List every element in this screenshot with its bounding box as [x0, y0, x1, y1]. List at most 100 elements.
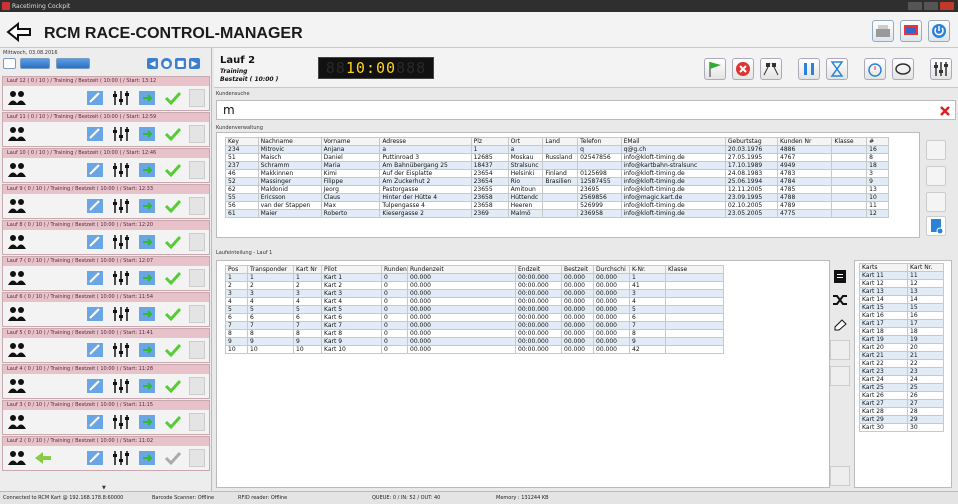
column-header[interactable]: K-Nr.: [629, 265, 666, 274]
checkmark-icon[interactable]: [163, 449, 183, 467]
column-header[interactable]: EMail: [620, 137, 726, 146]
checkmark-icon[interactable]: [163, 197, 183, 215]
race-item[interactable]: Lauf 10 ( 0 / 10 ) / Training / Bestzeit…: [2, 148, 210, 183]
edit-list-icon[interactable]: [85, 449, 105, 467]
customer-search-input[interactable]: m: [216, 100, 956, 120]
start-flag-button[interactable]: [704, 58, 726, 80]
forward-doc-icon[interactable]: [137, 161, 157, 179]
column-header[interactable]: Karts: [859, 263, 908, 272]
customer-row[interactable]: 234 Mitrovic Anjana a 1 a q q@g.ch 20.03.1976 488…: [225, 145, 889, 154]
group-icon[interactable]: [7, 125, 27, 143]
checkmark-icon[interactable]: [163, 305, 183, 323]
edit-list-icon[interactable]: [85, 233, 105, 251]
column-header[interactable]: Runden: [381, 265, 408, 274]
column-header[interactable]: Geburtstag: [724, 137, 779, 146]
heat-row[interactable]: 10 10 10 Kart 10 0 00.000 00:00.000 00.000 00.00…: [225, 345, 724, 354]
edit-list-icon[interactable]: [85, 269, 105, 287]
column-header[interactable]: Transponder: [247, 265, 294, 274]
shuffle-button[interactable]: [830, 290, 850, 310]
race-item[interactable]: Lauf 7 ( 0 / 10 ) / Training / Bestzeit …: [2, 256, 210, 291]
sliders-icon[interactable]: [111, 89, 131, 107]
race-item[interactable]: Lauf 3 ( 0 / 10 ) / Training / Bestzeit …: [2, 400, 210, 435]
stopwatch-button[interactable]: [864, 58, 886, 80]
edit-list-icon[interactable]: [85, 197, 105, 215]
kart-row[interactable]: Kart 20 20: [859, 343, 944, 352]
forward-doc-icon[interactable]: [137, 269, 157, 287]
race-item[interactable]: Lauf 9 ( 0 / 10 ) / Training / Bestzeit …: [2, 184, 210, 219]
disabled-button[interactable]: [189, 269, 205, 287]
column-header[interactable]: Nachname: [257, 137, 322, 146]
race-item[interactable]: Lauf 12 ( 0 / 10 ) / Training / Bestzeit…: [2, 76, 210, 111]
customer-row[interactable]: 46 Makkinnen Kimi Auf der Eisplatte 23654 Hel…: [225, 169, 889, 178]
column-header[interactable]: Pos: [225, 265, 248, 274]
customer-row[interactable]: 51 Maisch Daniel Puttinroad 3 12685 Moskau Rus…: [225, 153, 889, 162]
kart-row[interactable]: Kart 13 13: [859, 287, 944, 296]
column-header[interactable]: Kart Nr.: [907, 263, 944, 272]
back-arrow-icon[interactable]: [6, 22, 32, 42]
heat-row[interactable]: 8 8 8 Kart 8 0 00.000 00:00.000 00.000 00.000 8: [225, 329, 724, 338]
group-icon[interactable]: [7, 89, 27, 107]
kart-row[interactable]: Kart 29 29: [859, 415, 944, 424]
disabled-button[interactable]: [189, 377, 205, 395]
kart-row[interactable]: Kart 21 21: [859, 351, 944, 360]
column-header[interactable]: Land: [542, 137, 579, 146]
column-header[interactable]: Kart Nr: [293, 265, 322, 274]
column-header[interactable]: Rundenzeit: [407, 265, 516, 274]
forward-doc-icon[interactable]: [137, 197, 157, 215]
kart-row[interactable]: Kart 26 26: [859, 391, 944, 400]
edit-heat-button[interactable]: [830, 340, 850, 360]
sliders-icon[interactable]: [111, 233, 131, 251]
group-icon[interactable]: [7, 341, 27, 359]
presentation-button[interactable]: [900, 20, 922, 42]
kart-row[interactable]: Kart 23 23: [859, 367, 944, 376]
edit-list-icon[interactable]: [85, 413, 105, 431]
group-icon[interactable]: [7, 449, 27, 467]
kart-row[interactable]: Kart 14 14: [859, 295, 944, 304]
sliders-icon[interactable]: [111, 377, 131, 395]
column-header[interactable]: Durchschi: [593, 265, 630, 274]
maximize-button[interactable]: [924, 2, 938, 10]
sliders-icon[interactable]: [111, 161, 131, 179]
sliders-icon[interactable]: [111, 413, 131, 431]
disabled-button[interactable]: [189, 197, 205, 215]
disabled-button[interactable]: [189, 125, 205, 143]
disabled-button[interactable]: [189, 341, 205, 359]
checkmark-icon[interactable]: [163, 161, 183, 179]
heat-row[interactable]: 1 1 1 Kart 1 0 00.000 00:00.000 00.000 00.000 1: [225, 273, 724, 282]
minimize-button[interactable]: [908, 2, 922, 10]
close-window-button[interactable]: [940, 2, 954, 10]
sliders-icon[interactable]: [111, 125, 131, 143]
current-dot-icon[interactable]: ●: [161, 58, 172, 69]
kart-row[interactable]: Kart 18 18: [859, 327, 944, 336]
forward-doc-icon[interactable]: [137, 413, 157, 431]
kart-row[interactable]: Kart 15 15: [859, 303, 944, 312]
checkered-flag-button[interactable]: [760, 58, 782, 80]
heat-row[interactable]: 9 9 9 Kart 9 0 00.000 00:00.000 00.000 00.000 9: [225, 337, 724, 346]
kart-row[interactable]: Kart 25 25: [859, 383, 944, 392]
kart-row[interactable]: Kart 11 11: [859, 271, 944, 280]
group-icon[interactable]: [7, 269, 27, 287]
edit-list-icon[interactable]: [85, 377, 105, 395]
forward-doc-icon[interactable]: [137, 449, 157, 467]
checkmark-icon[interactable]: [163, 413, 183, 431]
forward-doc-icon[interactable]: [137, 305, 157, 323]
race-audio-button[interactable]: [56, 58, 90, 69]
sliders-icon[interactable]: [111, 269, 131, 287]
customer-row[interactable]: 52 Massinger Filippe Am Zuckerhut 2 23654 Rio…: [225, 177, 889, 186]
kart-row[interactable]: Kart 19 19: [859, 335, 944, 344]
clear-search-icon[interactable]: [939, 105, 951, 117]
group-icon[interactable]: [7, 377, 27, 395]
group-icon[interactable]: [7, 161, 27, 179]
kart-row[interactable]: Kart 24 24: [859, 375, 944, 384]
sliders-icon[interactable]: [111, 341, 131, 359]
cancel-race-button[interactable]: [732, 58, 754, 80]
group-icon[interactable]: [7, 305, 27, 323]
edit-list-icon[interactable]: [85, 89, 105, 107]
race-item[interactable]: Lauf 5 ( 0 / 10 ) / Training / Bestzeit …: [2, 328, 210, 363]
customer-row[interactable]: 56 van der Stappen Max Tulpengasse 4 23658 He…: [225, 201, 889, 210]
heat-row[interactable]: 4 4 4 Kart 4 0 00.000 00:00.000 00.000 00.000 4: [225, 297, 724, 306]
checkmark-icon[interactable]: [163, 341, 183, 359]
customer-row[interactable]: 62 Maldonid Jeorg Pastorgasse 23655 Amitoun 23…: [225, 185, 889, 194]
left-arrow-icon[interactable]: [33, 449, 53, 467]
column-header[interactable]: Bestzeit: [561, 265, 594, 274]
